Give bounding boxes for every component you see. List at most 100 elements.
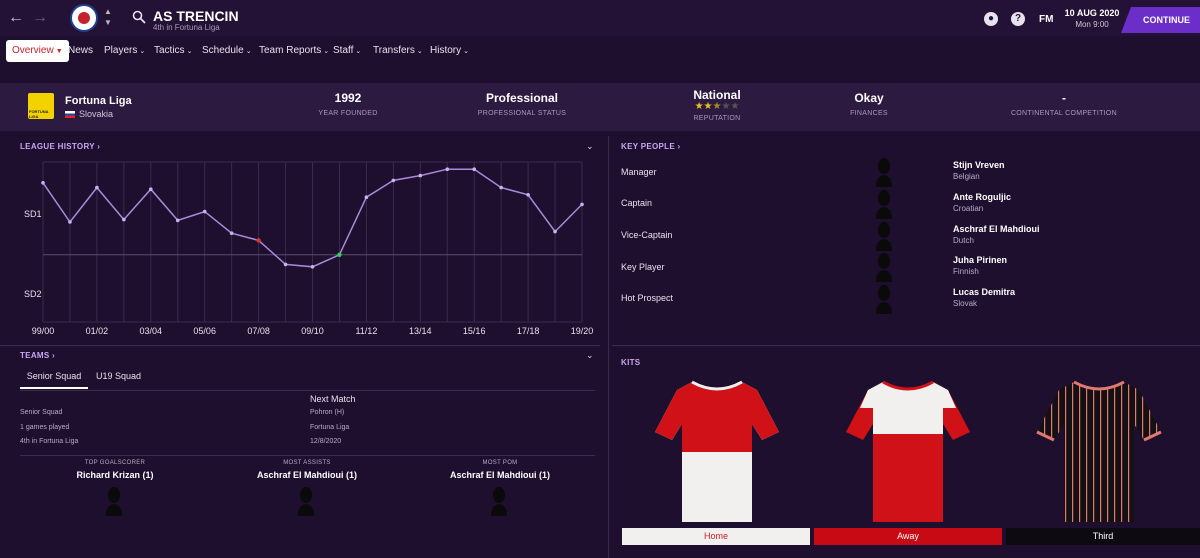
back-arrow-icon[interactable]: ←	[8, 8, 24, 28]
person-name[interactable]: Stijn Vreven	[953, 160, 1005, 170]
x-tick-label: 13/14	[409, 326, 432, 336]
kits-title: KITS	[621, 358, 641, 367]
x-tick-label: 05/06	[193, 326, 216, 336]
tab-senior-squad[interactable]: Senior Squad	[20, 371, 88, 389]
history-point	[310, 265, 315, 269]
award-player: Aschraf El Mahdioui (1)	[256, 470, 357, 480]
stat-value: National	[693, 88, 741, 102]
history-point	[202, 209, 207, 214]
chevron-down-icon[interactable]: ⌄	[586, 141, 594, 152]
award-player: Aschraf El Mahdioui (1)	[449, 470, 550, 480]
person-name[interactable]: Aschraf El Mahdioui	[953, 224, 1040, 234]
tab-u19-squad[interactable]: U19 Squad	[96, 371, 141, 381]
help-icon[interactable]: ?	[1011, 12, 1025, 26]
kit-label-third[interactable]: Third	[1006, 528, 1200, 545]
person-name[interactable]: Juha Pirinen	[953, 255, 1007, 265]
finances-stat: Okay FINANCES	[799, 91, 939, 117]
most-assists[interactable]: MOST ASSISTS Aschraf El Mahdioui (1)	[237, 460, 377, 480]
club-switch-icon[interactable]: ▲ ▼	[103, 6, 113, 30]
most-pom[interactable]: MOST POM Aschraf El Mahdioui (1)	[430, 460, 570, 480]
tabs-divider	[20, 390, 595, 391]
person-silhouette-icon[interactable]	[874, 284, 894, 314]
x-tick-label: 19/20	[571, 326, 594, 336]
x-tick-label: 17/18	[517, 326, 540, 336]
tab-label: Transfers	[373, 45, 415, 56]
league-history-title[interactable]: LEAGUE HISTORY ›	[20, 142, 100, 151]
tab-transfers[interactable]: Transfers ⌄	[373, 40, 423, 62]
key-people-title[interactable]: KEY PEOPLE ›	[621, 142, 680, 151]
tab-history[interactable]: History ⌄	[430, 40, 469, 62]
tab-schedule[interactable]: Schedule ⌄	[202, 40, 252, 62]
tab-tactics[interactable]: Tactics ⌄	[154, 40, 192, 62]
column-divider	[608, 136, 609, 558]
tab-team-reports[interactable]: Team Reports ⌄	[259, 40, 329, 62]
stat-value: Okay	[854, 91, 884, 105]
stat-value: Professional	[485, 91, 559, 105]
history-point	[499, 185, 503, 190]
top-bar: ← → ▲ ▼ AS TRENCIN 4th in Fortuna Liga ● …	[0, 0, 1200, 36]
home-kit-shirt[interactable]	[652, 376, 782, 524]
x-tick-label: 11/12	[355, 326, 377, 336]
person-nationality: Slovak	[953, 299, 978, 308]
section-divider	[0, 345, 600, 346]
person-silhouette-icon[interactable]	[874, 189, 894, 219]
tab-news[interactable]: News	[68, 40, 93, 62]
tab-label: History	[430, 45, 462, 56]
history-point	[472, 167, 477, 171]
y-tick-label: SD1	[24, 209, 42, 219]
date-label: 10 AUG 2020	[1064, 8, 1120, 18]
stat-value: 1992	[334, 91, 362, 105]
league-history-chart: SD1 SD2 99/00 01/02 03/04 05/06 07/08 09/10 11/1…	[24, 161, 594, 336]
history-point	[149, 187, 153, 191]
history-point	[526, 193, 530, 197]
person-silhouette-icon[interactable]	[874, 221, 894, 251]
history-point	[229, 231, 234, 235]
history-point	[445, 167, 450, 171]
tab-players[interactable]: Players ⌄	[104, 40, 145, 62]
x-tick-label: 15/16	[463, 326, 486, 336]
league-position: 4th in Fortuna Liga	[20, 438, 79, 445]
person-name[interactable]: Lucas Demitra	[953, 287, 1015, 297]
chevron-down-icon[interactable]: ⌄	[586, 350, 594, 361]
kit-label-home[interactable]: Home	[622, 528, 810, 545]
kit-label-away[interactable]: Away	[814, 528, 1002, 545]
social-icon[interactable]: ●	[984, 12, 998, 26]
continue-button[interactable]: CONTINUE	[1121, 7, 1200, 33]
person-silhouette-icon[interactable]	[874, 157, 894, 187]
fm-menu-button[interactable]: FM	[1039, 14, 1053, 25]
chevron-down-icon: ⌄	[186, 48, 193, 55]
away-kit-shirt[interactable]	[843, 376, 973, 524]
top-goalscorer[interactable]: TOP GOALSCORER Richard Krizan (1)	[45, 460, 185, 480]
reputation-stat: National ★★★★★ REPUTATION	[647, 88, 787, 122]
award-label: MOST POM	[482, 460, 518, 466]
club-name[interactable]: AS TRENCIN	[153, 8, 239, 24]
next-opponent[interactable]: Pohron (H)	[310, 409, 344, 416]
player-silhouette-icon	[298, 487, 314, 516]
teams-title[interactable]: TEAMS ›	[20, 351, 55, 360]
squad-name: Senior Squad	[20, 409, 63, 416]
highlight-point	[256, 238, 261, 243]
next-competition[interactable]: Fortuna Liga	[310, 424, 349, 431]
history-point	[122, 217, 126, 222]
history-point	[68, 220, 72, 224]
league-logo[interactable]	[28, 93, 54, 119]
person-silhouette-icon[interactable]	[874, 252, 894, 282]
league-name[interactable]: Fortuna Liga	[65, 95, 132, 107]
third-kit-shirt[interactable]	[1034, 376, 1164, 524]
status-stat: Professional PROFESSIONAL STATUS	[452, 91, 592, 117]
person-name[interactable]: Ante Roguljic	[953, 192, 1011, 202]
award-label: MOST ASSISTS	[283, 460, 331, 466]
search-icon[interactable]	[132, 10, 146, 24]
club-crest[interactable]	[70, 4, 98, 32]
player-silhouette-icon	[106, 487, 122, 516]
player-silhouette-icon	[491, 487, 507, 516]
tab-overview[interactable]: Overview ▼	[6, 40, 69, 62]
chevron-down-icon: ⌄	[463, 48, 469, 55]
awards-divider	[20, 455, 595, 456]
game-date[interactable]: 10 AUG 2020 Mon 9:00	[1062, 8, 1122, 29]
continental-stat: - CONTINENTAL COMPETITION	[994, 91, 1134, 117]
forward-arrow-icon[interactable]: →	[32, 8, 48, 28]
person-nationality: Dutch	[953, 236, 974, 245]
person-nationality: Belgian	[953, 172, 980, 181]
tab-staff[interactable]: Staff ⌄	[333, 40, 361, 62]
